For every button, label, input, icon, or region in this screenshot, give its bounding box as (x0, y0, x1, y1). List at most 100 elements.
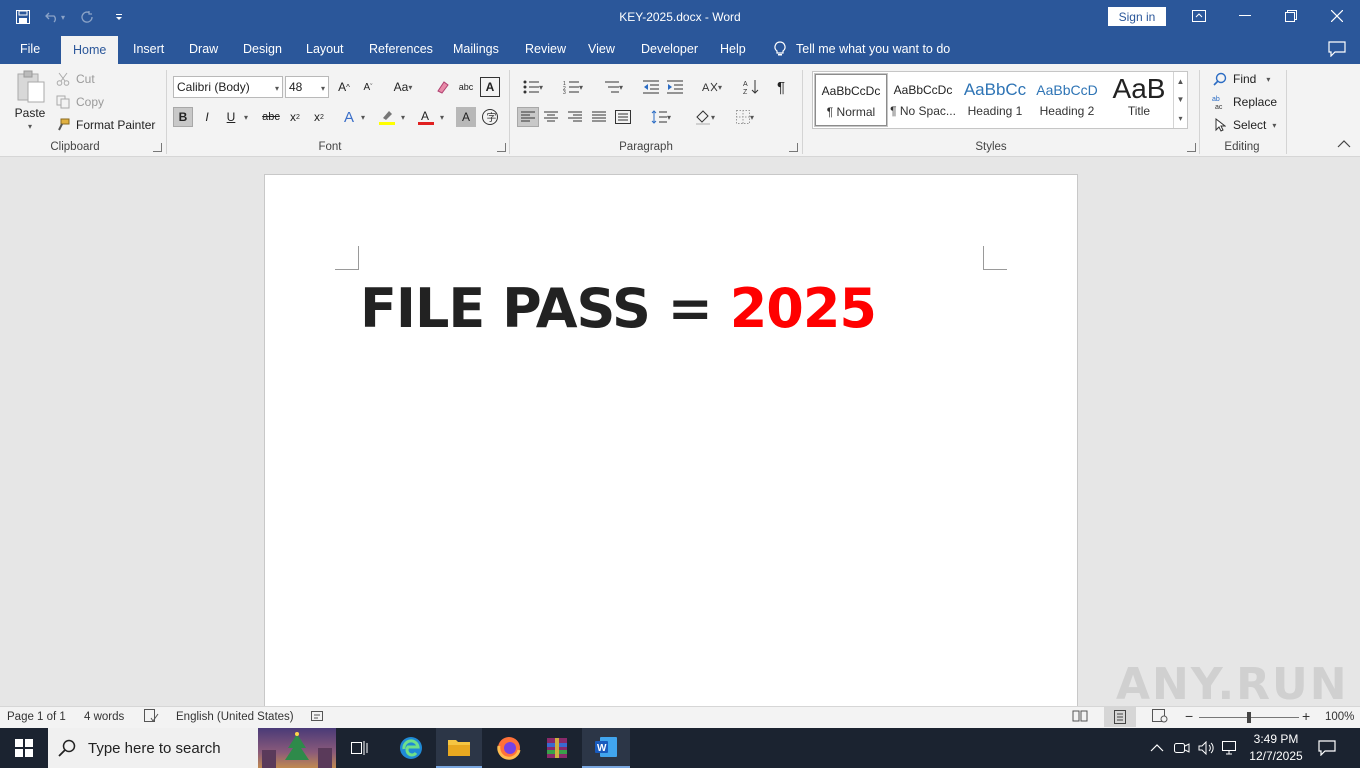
increase-indent-icon[interactable] (665, 77, 685, 97)
document-area[interactable]: FILE PASS = 2025 ANY.RUN (0, 157, 1360, 714)
language[interactable]: English (United States) (176, 711, 294, 723)
paragraph-launcher-icon[interactable] (789, 143, 798, 152)
multilevel-list-icon[interactable]: ▾ (598, 77, 628, 97)
tab-layout[interactable]: Layout (302, 34, 348, 64)
tab-developer[interactable]: Developer (637, 34, 702, 64)
document-text-line[interactable]: FILE PASS = 2025 (360, 277, 877, 341)
font-size-combo[interactable]: 48 ▾ (285, 76, 329, 98)
tab-review[interactable]: Review (521, 34, 570, 64)
redo-icon[interactable] (74, 6, 100, 28)
file-explorer-icon[interactable] (436, 728, 482, 768)
tell-me-search[interactable]: Tell me what you want to do (774, 34, 950, 64)
enclose-characters-icon[interactable]: 字 (480, 107, 500, 127)
comments-icon[interactable] (1326, 39, 1348, 59)
decrease-indent-icon[interactable] (641, 77, 661, 97)
underline-button[interactable]: U (221, 107, 241, 127)
copy-button[interactable]: Copy (54, 93, 104, 111)
find-button[interactable]: Find ▾ (1211, 70, 1270, 88)
tab-view[interactable]: View (584, 34, 619, 64)
edge-icon[interactable] (388, 728, 434, 768)
strikethrough-button[interactable]: abc (259, 107, 283, 127)
zoom-slider-thumb[interactable] (1247, 712, 1251, 723)
save-icon[interactable] (10, 6, 36, 28)
collapse-ribbon-icon[interactable] (1337, 140, 1351, 148)
accessibility-icon[interactable] (311, 709, 325, 726)
scroll-down-icon[interactable]: ▼ (1177, 95, 1185, 104)
print-layout-icon[interactable] (1104, 707, 1136, 727)
taskbar-clock[interactable]: 3:49 PM 12/7/2025 (1244, 731, 1308, 765)
styles-scroll[interactable]: ▲ ▼ ▾ (1173, 72, 1187, 128)
bullets-icon[interactable]: ▾ (518, 77, 548, 97)
subscript-button[interactable]: x2 (285, 107, 305, 127)
superscript-button[interactable]: x2 (309, 107, 329, 127)
clear-formatting-icon[interactable] (432, 77, 452, 97)
search-highlight-image[interactable] (258, 728, 336, 768)
format-painter-button[interactable]: Format Painter (54, 116, 155, 134)
numbering-icon[interactable]: 1 2 3 ▾ (558, 77, 588, 97)
style-heading-1[interactable]: AaBbCc Heading 1 (959, 74, 1031, 126)
winrar-icon[interactable] (534, 728, 580, 768)
zoom-level[interactable]: 100% (1325, 711, 1354, 723)
show-hidden-icons[interactable] (1150, 728, 1164, 768)
tab-insert[interactable]: Insert (129, 34, 168, 64)
replace-button[interactable]: ab ac Replace (1211, 93, 1277, 111)
style-heading-2[interactable]: AaBbCcD Heading 2 (1031, 74, 1103, 126)
close-icon[interactable] (1314, 0, 1360, 32)
text-effects-dropdown-icon[interactable]: ▾ (357, 107, 369, 127)
task-view-icon[interactable] (340, 728, 380, 768)
character-border-icon[interactable]: A (480, 77, 500, 97)
paste-button[interactable]: Paste ▾ (10, 70, 50, 131)
zoom-out-icon[interactable]: − (1185, 708, 1193, 724)
distributed-icon[interactable] (613, 107, 633, 127)
volume-icon[interactable] (1198, 728, 1216, 768)
notifications-icon[interactable] (1318, 728, 1336, 768)
clipboard-launcher-icon[interactable] (153, 143, 162, 152)
underline-dropdown-icon[interactable]: ▾ (240, 107, 252, 127)
style-no-spacing[interactable]: AaBbCcDc ¶ No Spac... (887, 74, 959, 126)
style-title[interactable]: AaB Title (1103, 74, 1175, 126)
more-styles-icon[interactable]: ▾ (1178, 114, 1182, 123)
customize-qat-icon[interactable] (106, 6, 132, 28)
font-color-icon[interactable]: A (416, 107, 436, 127)
document-page[interactable]: FILE PASS = 2025 (264, 174, 1078, 714)
justify-icon[interactable] (589, 107, 609, 127)
line-spacing-icon[interactable]: ▾ (646, 107, 676, 127)
tab-help[interactable]: Help (716, 34, 750, 64)
align-left-icon[interactable] (517, 107, 539, 127)
page-count[interactable]: Page 1 of 1 (7, 711, 66, 723)
undo-icon[interactable]: ▾ (42, 6, 68, 28)
highlight-dropdown-icon[interactable]: ▾ (397, 107, 409, 127)
paste-dropdown-icon[interactable]: ▾ (28, 122, 32, 131)
meet-now-icon[interactable] (1174, 728, 1190, 768)
font-name-combo[interactable]: Calibri (Body) ▾ (173, 76, 283, 98)
text-effects-icon[interactable]: A (339, 107, 359, 127)
cut-button[interactable]: Cut (54, 70, 95, 88)
ribbon-display-options-icon[interactable] (1176, 0, 1222, 32)
align-right-icon[interactable] (565, 107, 585, 127)
grow-font-icon[interactable]: A ^ (334, 77, 354, 97)
shading-icon[interactable]: ▾ (690, 107, 720, 127)
firefox-icon[interactable] (486, 728, 532, 768)
borders-icon[interactable]: ▾ (730, 107, 760, 127)
tab-draw[interactable]: Draw (185, 34, 222, 64)
tab-design[interactable]: Design (239, 34, 286, 64)
phonetic-guide-icon[interactable]: abc (456, 77, 476, 97)
scroll-up-icon[interactable]: ▲ (1177, 77, 1185, 86)
bold-button[interactable]: B (173, 107, 193, 127)
start-button[interactable] (0, 728, 48, 768)
character-shading-icon[interactable]: A (456, 107, 476, 127)
word-icon[interactable]: W (582, 728, 630, 768)
tab-references[interactable]: References (365, 34, 437, 64)
tab-file[interactable]: File (16, 34, 44, 64)
style-normal[interactable]: AaBbCcDc ¶ Normal (814, 73, 888, 127)
show-formatting-marks-icon[interactable]: ¶ (771, 77, 791, 97)
sort-icon[interactable]: AZ (741, 77, 761, 97)
styles-launcher-icon[interactable] (1187, 143, 1196, 152)
proofing-icon[interactable] (144, 709, 159, 726)
minimize-icon[interactable] (1222, 0, 1268, 32)
network-icon[interactable] (1222, 728, 1240, 768)
shrink-font-icon[interactable]: Aˇ (358, 77, 378, 97)
font-launcher-icon[interactable] (497, 143, 506, 152)
asian-layout-icon[interactable]: A ▾ (697, 77, 727, 97)
sign-in-button[interactable]: Sign in (1108, 7, 1166, 26)
